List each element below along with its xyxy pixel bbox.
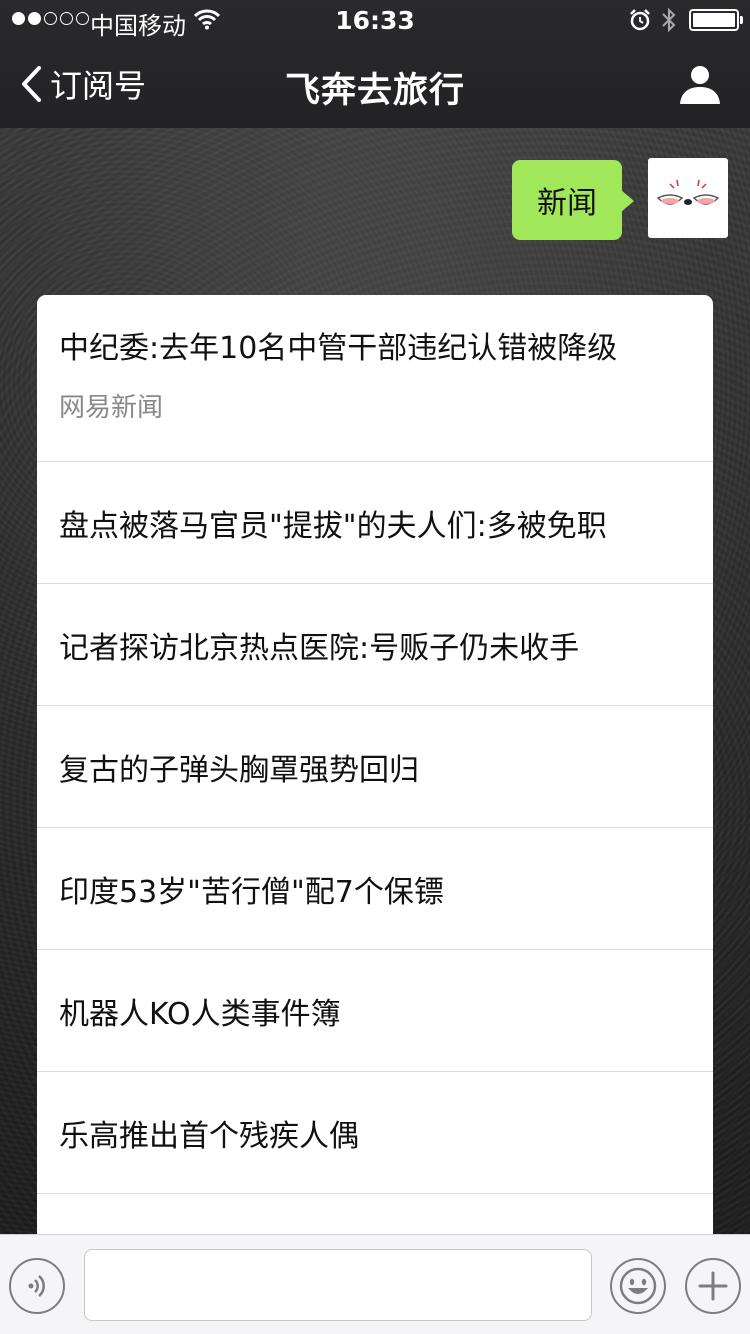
news-list-item[interactable]: 乐高推出首个残疾人偶 (37, 1072, 713, 1194)
navigation-bar: 订阅号 飞奔去旅行 (0, 40, 750, 128)
battery-icon (689, 9, 743, 31)
news-item-title: 印度53岁"苦行僧"配7个保镖 (59, 874, 444, 910)
message-input[interactable] (84, 1249, 592, 1321)
profile-icon[interactable] (678, 62, 722, 110)
plus-icon (698, 1271, 728, 1301)
top-bar: 中国移动 16:33 订阅号 飞奔去旅行 (0, 0, 750, 128)
news-item-title: 记者探访北京热点医院:号贩子仍未收手 (59, 630, 580, 666)
news-lead-item[interactable]: 中纪委:去年10名中管干部违纪认错被降级 网易新闻 (37, 295, 713, 462)
wechat-screen: 中国移动 16:33 订阅号 飞奔去旅行 新闻 中纪委:去年10名中管干部违纪认… (0, 0, 750, 1334)
chat-area[interactable]: 新闻 中纪委:去年10名中管干部违纪认错被降级 网易新闻 盘点被落马官员"提拔"… (0, 128, 750, 1234)
voice-icon (28, 1275, 45, 1297)
emoji-icon (619, 1267, 657, 1305)
alarm-icon (628, 8, 652, 38)
sent-message-text: 新闻 (537, 186, 597, 221)
news-list-item[interactable]: 盘点被落马官员"提拔"的夫人们:多被免职 (37, 462, 713, 584)
news-list-item[interactable]: 复古的子弹头胸罩强势回归 (37, 706, 713, 828)
news-item-title: 机器人KO人类事件簿 (59, 996, 341, 1032)
news-lead-source: 网易新闻 (59, 393, 164, 423)
news-item-title: 乐高推出首个残疾人偶 (59, 1118, 359, 1154)
news-item-title: 盘点被落马官员"提拔"的夫人们:多被免职 (59, 508, 607, 544)
news-list-item[interactable]: 记者探访北京热点医院:号贩子仍未收手 (37, 584, 713, 706)
more-button[interactable] (685, 1258, 741, 1314)
news-card: 中纪委:去年10名中管干部违纪认错被降级 网易新闻 盘点被落马官员"提拔"的夫人… (37, 295, 713, 1234)
avatar-face-icon (656, 179, 720, 205)
news-item-title: 复古的子弹头胸罩强势回归 (59, 752, 419, 788)
battery-fill (693, 13, 735, 27)
page-title: 飞奔去旅行 (284, 71, 465, 111)
avatar[interactable] (648, 158, 728, 238)
input-bar (0, 1234, 750, 1334)
bluetooth-icon (660, 6, 678, 40)
emoji-button[interactable] (610, 1258, 666, 1314)
news-list-item[interactable]: 印度53岁"苦行僧"配7个保镖 (37, 828, 713, 950)
voice-button[interactable] (9, 1258, 65, 1314)
status-bar: 中国移动 16:33 (0, 0, 750, 40)
battery-cap (740, 16, 743, 24)
news-lead-title: 中纪委:去年10名中管干部违纪认错被降级 (59, 331, 618, 366)
news-list-item[interactable]: 机器人KO人类事件簿 (37, 950, 713, 1072)
sent-message-bubble[interactable]: 新闻 (512, 160, 634, 240)
